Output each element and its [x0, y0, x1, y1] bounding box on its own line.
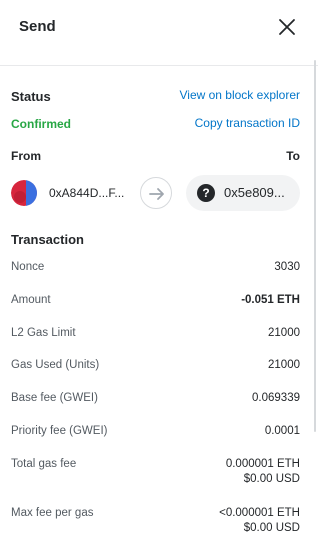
- close-icon[interactable]: [276, 16, 298, 38]
- status-label: Status: [11, 89, 51, 104]
- detail-label: Max fee per gas: [11, 507, 94, 519]
- to-label: To: [286, 149, 300, 163]
- account-avatar[interactable]: [11, 180, 37, 206]
- detail-label: Nonce: [11, 261, 45, 273]
- detail-label: Base fee (GWEI): [11, 392, 98, 404]
- detail-label: Amount: [11, 294, 51, 306]
- scrollbar[interactable]: [314, 60, 316, 432]
- detail-value-usd: $0.00 USD: [243, 473, 300, 485]
- detail-row-l2-gas-limit: L2 Gas Limit 21000: [0, 327, 318, 347]
- question-icon: ?: [197, 184, 215, 202]
- detail-row-total-gas-fee: Total gas fee 0.000001 ETH $0.00 USD: [0, 458, 318, 492]
- from-address[interactable]: 0xA844D...F...: [49, 186, 124, 200]
- modal-header: Send: [0, 0, 318, 58]
- transaction-section-title: Transaction: [11, 232, 84, 247]
- detail-value: 0.0001: [264, 425, 300, 437]
- from-label: From: [11, 149, 41, 163]
- detail-value: -0.051 ETH: [241, 294, 300, 306]
- detail-row-gas-used: Gas Used (Units) 21000: [0, 359, 318, 379]
- detail-label: Total gas fee: [11, 458, 77, 470]
- status-badge: Confirmed: [11, 117, 71, 131]
- header-divider: [0, 65, 318, 66]
- view-block-explorer-link[interactable]: View on block explorer: [179, 88, 300, 102]
- detail-label: L2 Gas Limit: [11, 327, 76, 339]
- copy-transaction-id-link[interactable]: Copy transaction ID: [195, 116, 300, 130]
- detail-value: 0.069339: [252, 392, 300, 404]
- detail-value-usd: $0.00 USD: [243, 522, 300, 534]
- detail-label: Priority fee (GWEI): [11, 425, 108, 437]
- to-address: 0x5e809...: [224, 185, 285, 200]
- detail-row-max-fee-per-gas: Max fee per gas <0.000001 ETH $0.00 USD: [0, 507, 318, 541]
- detail-row-nonce: Nonce 3030: [0, 261, 318, 281]
- detail-value: <0.000001 ETH: [219, 507, 300, 519]
- detail-row-priority-fee: Priority fee (GWEI) 0.0001: [0, 425, 318, 445]
- detail-value: 3030: [274, 261, 300, 273]
- detail-value: 21000: [268, 359, 300, 371]
- arrow-right-icon: [140, 177, 172, 209]
- detail-row-amount: Amount -0.051 ETH: [0, 294, 318, 314]
- page-title: Send: [19, 18, 56, 35]
- detail-label: Gas Used (Units): [11, 359, 100, 371]
- detail-value: 0.000001 ETH: [225, 458, 300, 470]
- detail-row-base-fee: Base fee (GWEI) 0.069339: [0, 392, 318, 412]
- detail-value: 21000: [268, 327, 300, 339]
- to-address-pill[interactable]: ? 0x5e809...: [186, 175, 300, 211]
